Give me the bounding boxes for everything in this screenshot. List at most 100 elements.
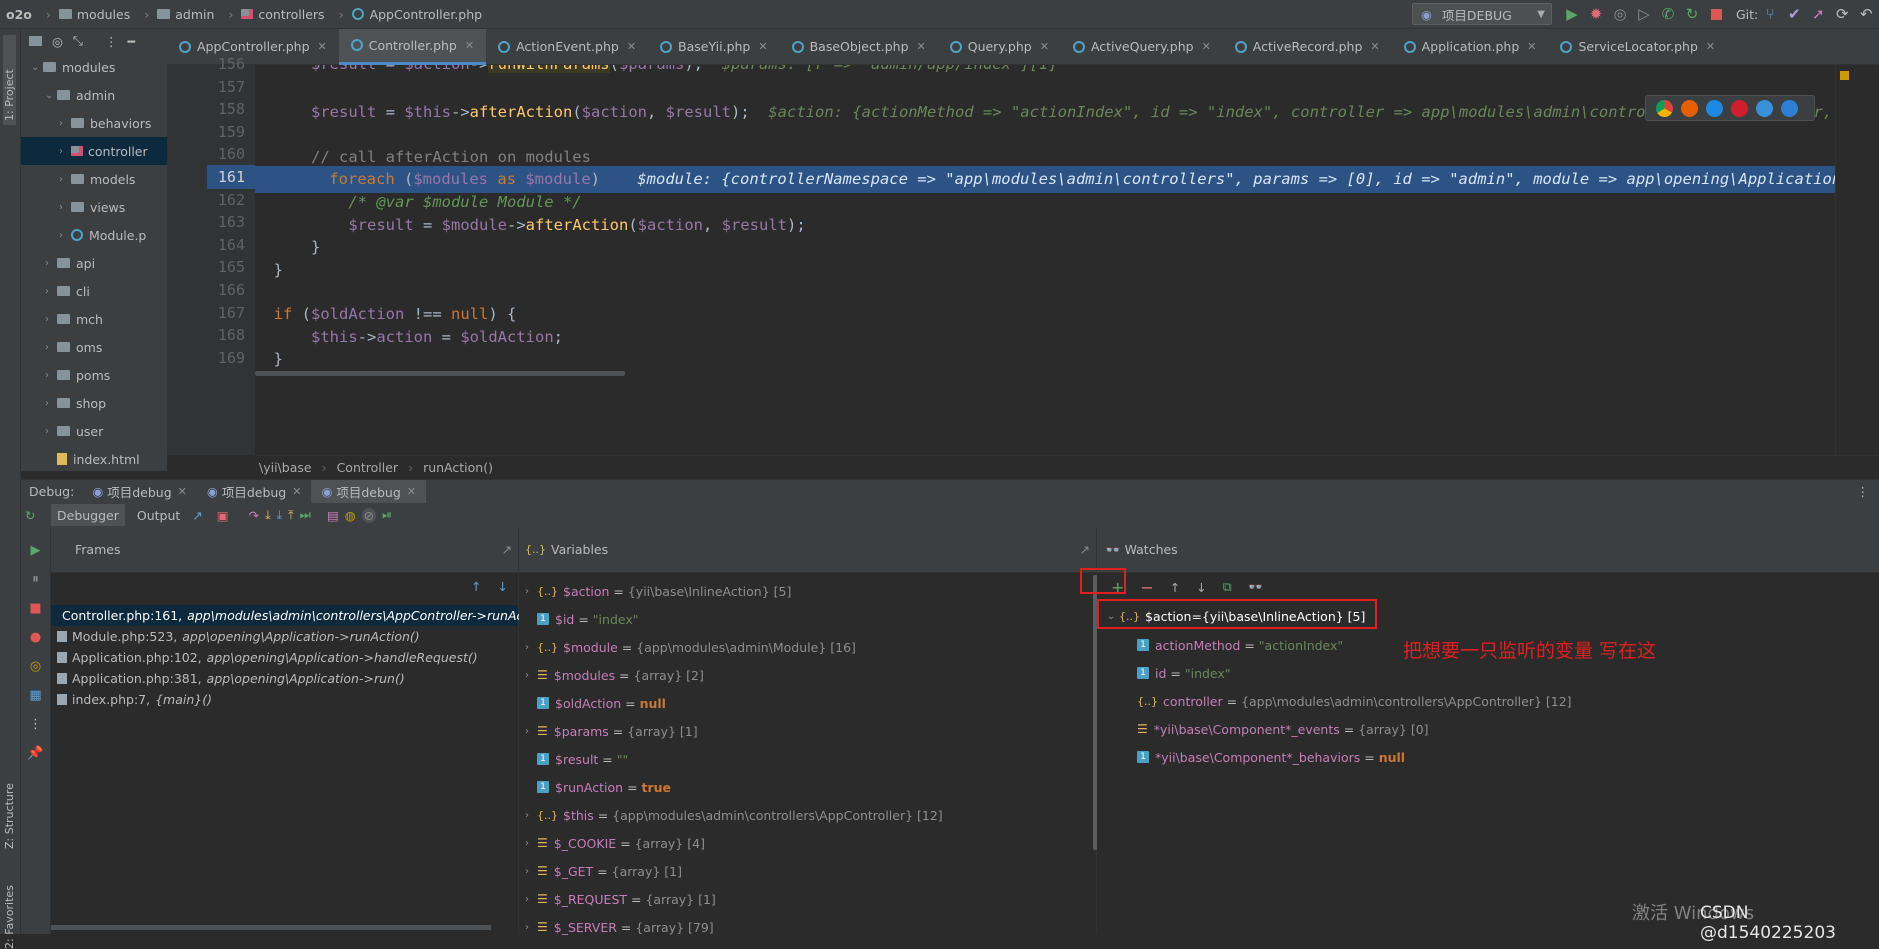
chevron-right-icon[interactable]: › <box>45 426 57 437</box>
close-icon[interactable]: ✕ <box>1370 40 1379 53</box>
restore-icon[interactable]: ↗ <box>1080 542 1090 557</box>
rerun-icon[interactable]: ↻ <box>25 508 45 523</box>
tab-appcontroller[interactable]: AppController.php ✕ <box>167 29 339 65</box>
close-icon[interactable]: ✕ <box>917 40 926 53</box>
git-push-icon[interactable]: ➚ <box>1806 2 1830 26</box>
variable-row[interactable]: › ☰ $_SERVER = {array} [79] <box>519 913 1096 941</box>
git-commit-icon[interactable]: ✔ <box>1782 2 1806 26</box>
variable-row[interactable]: › {..} $module = {app\modules\admin\Module… <box>519 633 1096 661</box>
variable-row[interactable]: › ☰ $params = {array} [1] <box>519 717 1096 745</box>
crumb-class[interactable]: Controller <box>337 460 399 475</box>
close-icon[interactable]: ✕ <box>1040 40 1049 53</box>
stack-frame[interactable]: Controller.php:161, app\modules\admin\con… <box>51 605 532 626</box>
variable-row[interactable]: 1 $runAction = true <box>519 773 1096 801</box>
chevron-right-icon[interactable]: › <box>45 370 57 381</box>
chevron-right-icon[interactable]: › <box>525 838 537 849</box>
tab-servicelocator[interactable]: ServiceLocator.php ✕ <box>1548 29 1727 65</box>
variable-row[interactable]: › ☰ $modules = {array} [2] <box>519 661 1096 689</box>
chevron-down-icon[interactable]: ⌄ <box>45 90 57 101</box>
history-icon[interactable]: ⟳ <box>1830 2 1854 26</box>
step-over-icon[interactable]: ↷ <box>249 508 259 523</box>
project-tree-item[interactable]: › api <box>21 249 167 277</box>
pause-icon[interactable]: ⏸ <box>32 572 39 587</box>
chevron-right-icon[interactable]: › <box>525 642 537 653</box>
rollback-icon[interactable]: ↶ <box>1854 2 1878 26</box>
close-icon[interactable]: ✕ <box>318 40 327 53</box>
chevron-down-icon[interactable]: ⌄ <box>31 62 43 73</box>
variable-row[interactable]: ☰ *yii\base\Component*_events = {array} [… <box>1097 715 1879 743</box>
project-tree-item[interactable]: index.html <box>21 445 167 473</box>
step-into-icon[interactable]: ⤓ <box>265 507 271 523</box>
project-tree-item[interactable]: › oms <box>21 333 167 361</box>
variable-row[interactable]: › {..} $action = {yii\base\InlineAction} [… <box>519 577 1096 605</box>
tab-actionevent[interactable]: ActionEvent.php ✕ <box>486 29 648 65</box>
project-tree-item[interactable]: › user <box>21 417 167 445</box>
stack-frame[interactable]: Module.php:523, app\opening\Application->… <box>51 626 518 647</box>
target-icon[interactable]: ◎ <box>52 34 63 49</box>
resume-program-icon[interactable]: ▶ <box>31 543 41 558</box>
project-tree-item[interactable]: › behaviors <box>21 109 167 137</box>
edge-icon[interactable] <box>1781 99 1798 117</box>
pin-icon[interactable]: 📌 <box>27 746 43 761</box>
project-tree-item[interactable]: › views <box>21 193 167 221</box>
project-tree-item[interactable]: › controller <box>21 137 167 165</box>
git-update-icon[interactable]: ⑂ <box>1758 2 1782 26</box>
debug-session-tab[interactable]: ◉ 项目debug ✕ <box>311 479 427 504</box>
safari-icon[interactable] <box>1706 99 1723 117</box>
chrome-icon[interactable] <box>1656 99 1673 117</box>
tab-controller[interactable]: Controller.php ✕ <box>338 28 487 65</box>
close-icon[interactable]: ✕ <box>178 485 187 498</box>
chevron-right-icon[interactable]: › <box>525 922 537 933</box>
close-icon[interactable]: ✕ <box>1202 40 1211 53</box>
chevron-right-icon[interactable]: › <box>45 314 57 325</box>
tab-query[interactable]: Query.php ✕ <box>938 29 1061 65</box>
view-breakpoints-icon[interactable]: ● <box>30 630 41 645</box>
debug-bug-icon[interactable]: ✹ <box>1584 2 1608 26</box>
crumb-method[interactable]: runAction() <box>423 460 493 475</box>
breadcrumb-modules[interactable]: modules <box>77 7 130 22</box>
more-options-icon[interactable]: ⋮ <box>105 34 118 49</box>
mute-breakpoints-icon[interactable]: ◎ <box>30 659 41 674</box>
duplicate-watch-icon[interactable]: ⧉ <box>1223 579 1232 595</box>
view-breakpoints-icon[interactable]: ◍ <box>345 508 356 523</box>
arrow-down-icon[interactable]: ↓ <box>498 579 508 594</box>
minimize-icon[interactable]: ━ <box>127 34 135 49</box>
force-step-into-icon[interactable]: ⤓ <box>277 507 283 523</box>
chevron-right-icon[interactable]: › <box>59 118 71 129</box>
remove-watch-icon[interactable]: − <box>1140 578 1153 597</box>
glasses-icon[interactable]: 👓 <box>1248 579 1264 595</box>
close-icon[interactable]: ✕ <box>465 39 474 52</box>
tab-baseyii[interactable]: BaseYii.php ✕ <box>648 29 780 65</box>
project-tool-button[interactable]: 1: Project <box>3 35 16 125</box>
breadcrumb-controllers[interactable]: controllers <box>258 7 324 22</box>
variable-row[interactable]: › ☰ $_REQUEST = {array} [1] <box>519 885 1096 913</box>
mute-breakpoints-icon[interactable]: ⊘ <box>361 507 377 523</box>
tab-output[interactable]: Output <box>131 504 186 526</box>
debug-session-tab[interactable]: ◉ 项目debug ✕ <box>82 480 197 504</box>
variable-row[interactable]: › {..} $this = {app\modules\admin\controll… <box>519 801 1096 829</box>
variable-row[interactable]: › ☰ $_GET = {array} [1] <box>519 857 1096 885</box>
tab-baseobject[interactable]: BaseObject.php ✕ <box>780 29 938 65</box>
project-tree-item[interactable]: › models <box>21 165 167 193</box>
tab-activequery[interactable]: ActiveQuery.php ✕ <box>1061 29 1223 65</box>
breadcrumb-admin[interactable]: admin <box>175 7 214 22</box>
run-to-cursor-icon[interactable]: ⏭ <box>300 507 311 523</box>
chevron-right-icon[interactable]: › <box>45 342 57 353</box>
show-execution-point-icon[interactable]: ▣ <box>217 508 229 523</box>
close-icon[interactable]: ✕ <box>758 40 767 53</box>
chevron-right-icon[interactable]: › <box>45 398 57 409</box>
chevron-right-icon[interactable]: › <box>45 258 57 269</box>
stack-frame[interactable]: Application.php:381, app\opening\Applicat… <box>51 668 518 689</box>
chevron-right-icon[interactable]: › <box>59 230 71 241</box>
chevron-right-icon[interactable]: › <box>525 586 537 597</box>
layout-icon[interactable]: ▦ <box>29 688 41 703</box>
ie-icon[interactable] <box>1756 99 1773 117</box>
rerun-icon[interactable]: ↻ <box>1680 2 1704 26</box>
project-tree-item[interactable]: ⌄ modules <box>21 53 167 81</box>
chevron-right-icon[interactable]: › <box>525 894 537 905</box>
more-options-icon[interactable]: ⋮ <box>1857 484 1870 499</box>
close-icon[interactable]: ✕ <box>627 40 636 53</box>
chevron-right-icon[interactable]: › <box>45 286 57 297</box>
restore-icon[interactable]: ↗ <box>502 542 512 557</box>
stop-icon[interactable]: ■ <box>29 601 41 616</box>
